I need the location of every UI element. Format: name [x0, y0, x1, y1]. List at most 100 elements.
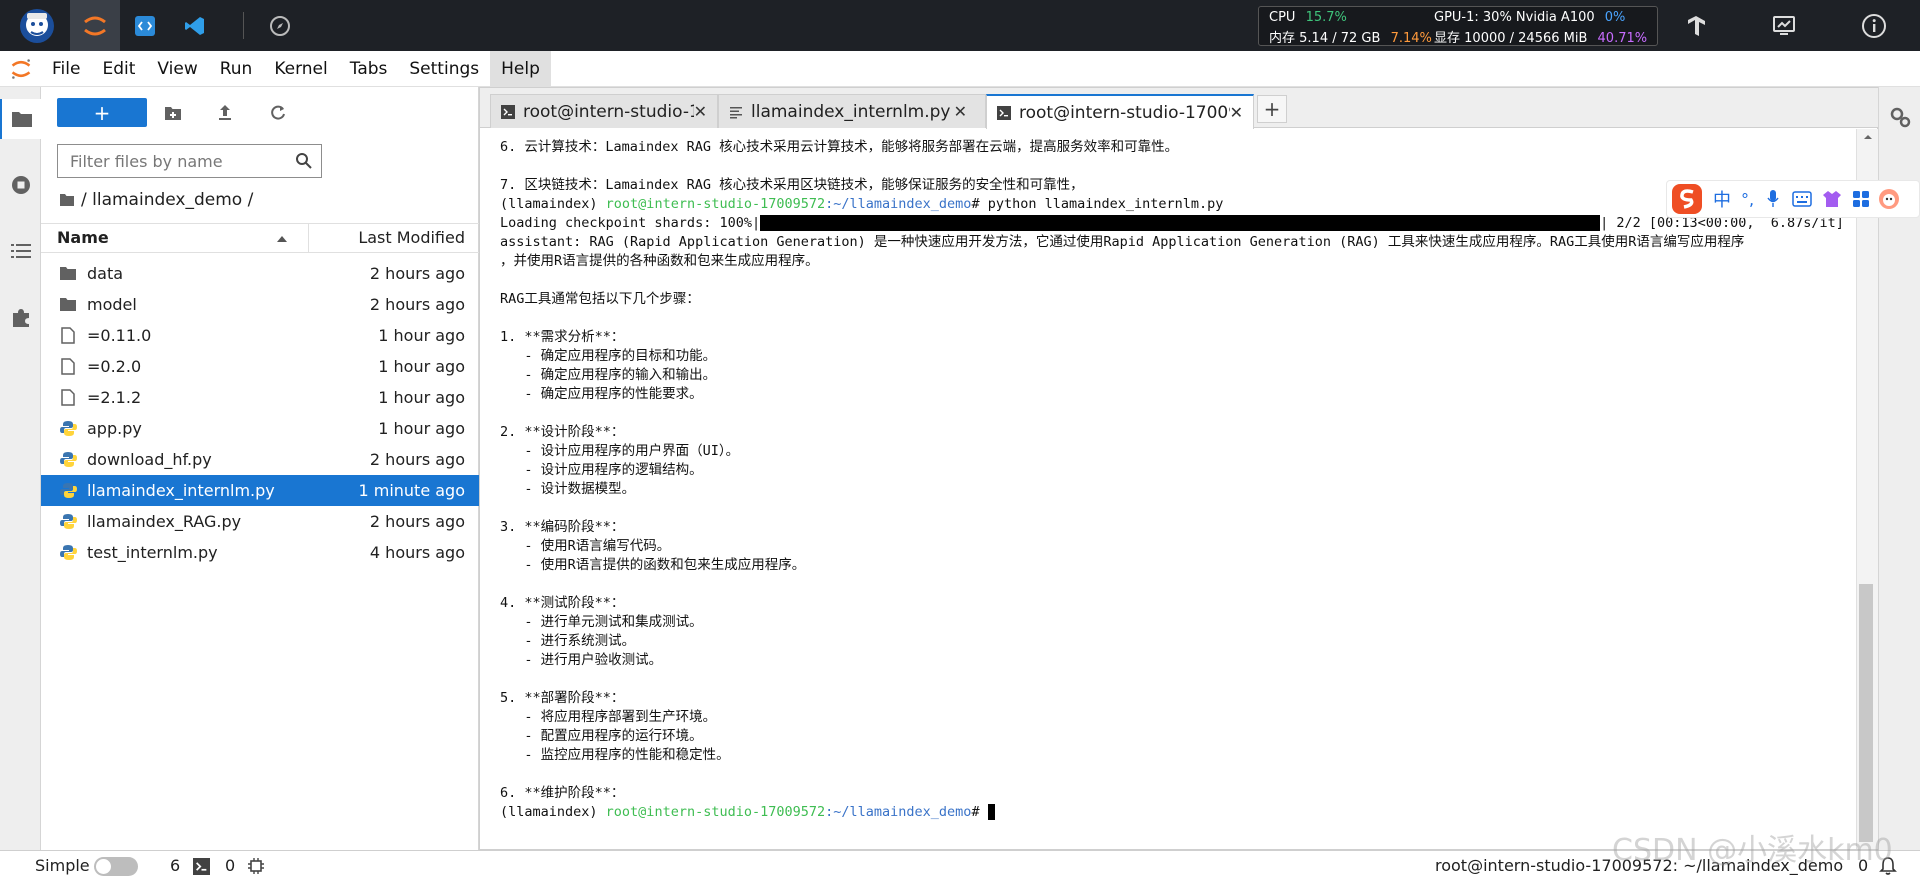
- jupyter-launcher-button[interactable]: [70, 0, 120, 51]
- jupyter-icon: [84, 16, 106, 35]
- file-row[interactable]: =2.1.2 1 hour ago: [41, 382, 479, 413]
- terminal-icon[interactable]: [193, 858, 210, 875]
- close-icon[interactable]: ✕: [694, 102, 707, 121]
- tab-label: root@intern-studio-17009: [1019, 102, 1230, 123]
- new-launcher-button[interactable]: +: [57, 98, 147, 127]
- folder-icon[interactable]: [59, 193, 75, 207]
- menu-tabs[interactable]: Tabs: [339, 51, 399, 87]
- ime-mode[interactable]: 中: [1713, 186, 1731, 212]
- extension-manager-tab[interactable]: [0, 297, 41, 337]
- file-modified: 1 hour ago: [378, 326, 465, 345]
- terminal-line: 3. **编码阶段**：: [500, 519, 625, 535]
- terminal-line: - 确定应用程序的性能要求。: [500, 386, 703, 402]
- menu-kernel[interactable]: Kernel: [263, 51, 338, 87]
- file-row[interactable]: test_internlm.py 4 hours ago: [41, 537, 479, 568]
- sogou-logo-icon[interactable]: [1671, 183, 1703, 215]
- terminal-line: 4. **测试阶段**：: [500, 595, 625, 611]
- table-of-contents-tab[interactable]: [0, 231, 41, 271]
- menu-help[interactable]: Help: [490, 50, 551, 87]
- refresh-button[interactable]: [263, 98, 293, 127]
- monitor-button[interactable]: [1766, 0, 1802, 51]
- terminal-progress-line: Loading checkpoint shards: 100%| | 2/2 [0…: [500, 215, 1844, 231]
- sort-asc-icon: [277, 236, 287, 242]
- tab-terminal-1[interactable]: root@intern-studio-17009 ✕: [490, 94, 718, 128]
- menu-run[interactable]: Run: [209, 51, 264, 87]
- scroll-up-icon[interactable]: [1863, 134, 1873, 140]
- file-row[interactable]: =0.11.0 1 hour ago: [41, 320, 479, 351]
- folder-icon: [59, 296, 77, 314]
- terminal-line: assistant: RAG (Rapid Application Genera…: [500, 234, 1745, 250]
- stop-circle-icon: [11, 176, 30, 194]
- breadcrumb: / llamaindex_demo /: [59, 190, 253, 210]
- gears-icon: [1890, 107, 1911, 128]
- terminal-line: - 进行系统测试。: [500, 633, 636, 649]
- name-column-header[interactable]: Name: [57, 228, 109, 247]
- file-browser-panel: + / llamaindex_demo / Name Last Modified…: [41, 87, 479, 850]
- menu-bar: File Edit View Run Kernel Tabs Settings …: [0, 50, 1920, 87]
- terminal-icon: [501, 104, 515, 119]
- file-row[interactable]: app.py 1 hour ago: [41, 413, 479, 444]
- jupyter-logo: [0, 51, 41, 87]
- terminal-line: - 设计应用程序的用户界面（UI）。: [500, 443, 740, 459]
- filter-files-field[interactable]: [57, 144, 322, 178]
- tab-terminal-2[interactable]: root@intern-studio-17009 ✕: [986, 94, 1254, 129]
- terminal-line: 6. 云计算技术：Lamaindex RAG 核心技术采用云计算技术，能够将服务…: [500, 139, 1179, 155]
- property-inspector-button[interactable]: [1888, 105, 1912, 133]
- scrollbar-thumb[interactable]: [1859, 584, 1873, 842]
- microphone-icon[interactable]: [1766, 189, 1780, 209]
- keyboard-icon[interactable]: [1792, 191, 1812, 207]
- simple-mode-toggle[interactable]: [94, 857, 138, 876]
- file-icon: [59, 327, 77, 345]
- terminal-prompt-line: (llamaindex) root@intern-studio-17009572…: [500, 196, 1224, 212]
- terminal-line: RAG工具通常包括以下几个步骤：: [500, 291, 700, 307]
- mascot-icon[interactable]: [1878, 188, 1900, 210]
- info-button[interactable]: [1856, 0, 1892, 51]
- file-modified: 1 hour ago: [378, 419, 465, 438]
- menu-settings[interactable]: Settings: [398, 51, 490, 87]
- file-row[interactable]: =0.2.0 1 hour ago: [41, 351, 479, 382]
- file-row[interactable]: data 2 hours ago: [41, 258, 479, 289]
- studio-logo[interactable]: [14, 0, 60, 51]
- new-folder-button[interactable]: [158, 98, 188, 127]
- close-icon[interactable]: ✕: [954, 102, 967, 121]
- tab-editor[interactable]: llamaindex_internlm.py ✕: [718, 94, 986, 128]
- add-tab-button[interactable]: +: [1257, 95, 1287, 123]
- python-file-icon: [59, 544, 77, 562]
- tab-label: root@intern-studio-17009: [523, 101, 694, 122]
- close-icon[interactable]: ✕: [1230, 103, 1243, 122]
- file-browser-tab[interactable]: [0, 99, 41, 139]
- tensorflow-button[interactable]: [1678, 0, 1714, 51]
- file-row[interactable]: llamaindex_RAG.py 2 hours ago: [41, 506, 479, 537]
- vscode-button[interactable]: [180, 0, 210, 51]
- terminal-line: - 进行单元测试和集成测试。: [500, 614, 703, 630]
- file-row[interactable]: llamaindex_internlm.py 1 minute ago: [41, 475, 479, 506]
- menu-view[interactable]: View: [146, 51, 208, 87]
- grid-apps-icon[interactable]: [1852, 190, 1870, 208]
- terminal-icon: [997, 105, 1011, 120]
- vram-value: 10000 / 24566 MiB: [1464, 31, 1588, 46]
- compass-button[interactable]: [265, 0, 295, 51]
- modified-column-header[interactable]: Last Modified: [358, 228, 465, 247]
- search-icon: [296, 153, 312, 169]
- menu-edit[interactable]: Edit: [91, 51, 146, 87]
- code-editor-button[interactable]: [130, 0, 160, 51]
- breadcrumb-path[interactable]: / llamaindex_demo /: [81, 190, 253, 210]
- list-icon: [10, 244, 31, 258]
- kernel-chip-icon[interactable]: [247, 857, 265, 875]
- terminal-output[interactable]: 6. 云计算技术：Lamaindex RAG 核心技术采用云计算技术，能够将服务…: [480, 129, 1856, 849]
- file-row[interactable]: model 2 hours ago: [41, 289, 479, 320]
- terminals-count[interactable]: 6: [170, 856, 180, 875]
- filter-files-input[interactable]: [68, 146, 293, 176]
- ime-punct[interactable]: °,: [1741, 190, 1754, 209]
- terminal-line: 6. **维护阶段**：: [500, 785, 625, 801]
- file-name: download_hf.py: [87, 450, 212, 469]
- python-file-icon: [59, 420, 77, 438]
- running-sessions-tab[interactable]: [0, 165, 41, 205]
- upload-button[interactable]: [210, 98, 240, 127]
- file-row[interactable]: download_hf.py 2 hours ago: [41, 444, 479, 475]
- menu-file[interactable]: File: [41, 51, 91, 87]
- folder-icon: [11, 112, 32, 127]
- file-name: =2.1.2: [87, 388, 142, 407]
- shirt-skin-icon[interactable]: [1822, 189, 1842, 209]
- kernels-count[interactable]: 0: [225, 856, 235, 875]
